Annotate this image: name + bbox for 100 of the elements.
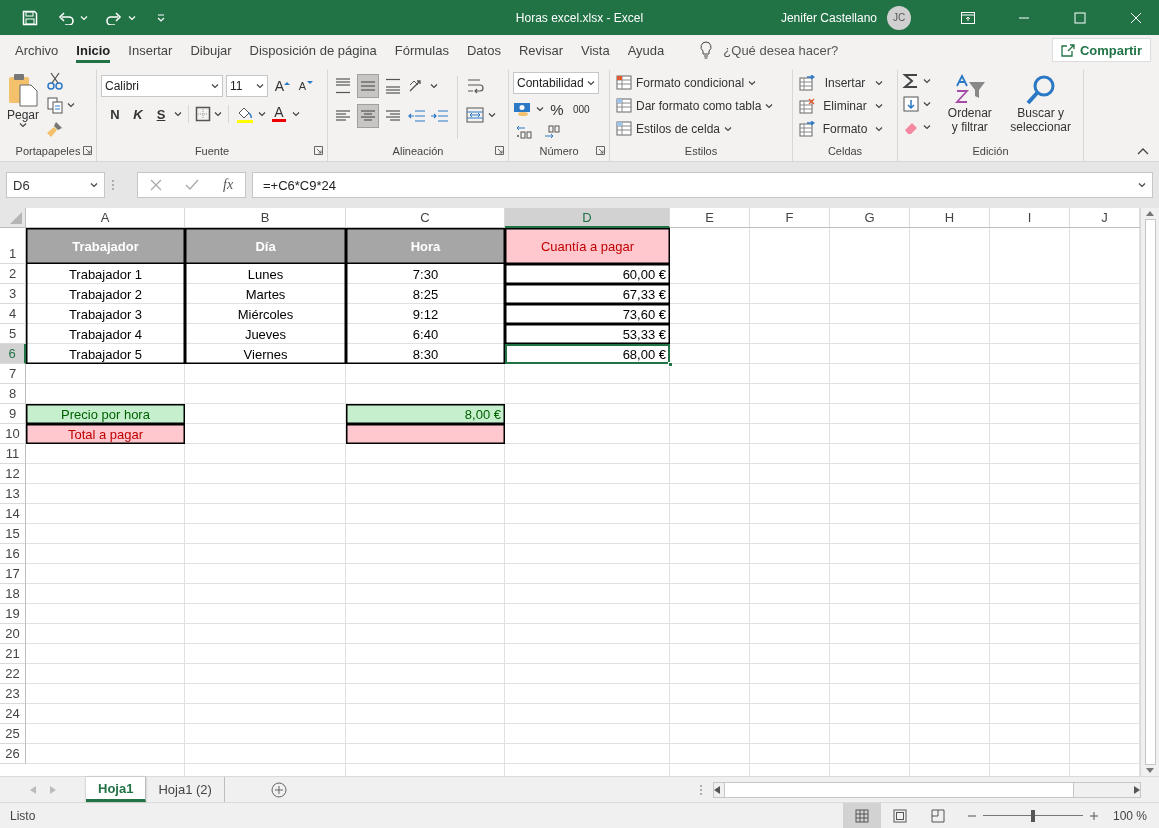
row-header[interactable]: 17: [0, 564, 26, 584]
percent-button[interactable]: %: [547, 98, 567, 120]
zoom-slider-thumb[interactable]: [1030, 809, 1035, 822]
menu-tab[interactable]: Insertar: [119, 35, 182, 65]
caret-icon[interactable]: [748, 80, 757, 86]
scissors-icon[interactable]: [46, 72, 65, 90]
name-box[interactable]: D6: [6, 172, 105, 198]
menu-tab[interactable]: Inicio: [67, 35, 120, 65]
copy-icon[interactable]: [46, 96, 65, 114]
user-avatar[interactable]: JC: [887, 5, 911, 30]
insert-function-button[interactable]: fx: [223, 177, 234, 193]
decrease-font-size-button[interactable]: A: [294, 75, 314, 97]
column-header[interactable]: J: [1070, 208, 1140, 228]
ribbon-display-icon[interactable]: [961, 11, 975, 24]
currency-icon[interactable]: [513, 101, 533, 117]
row-header[interactable]: 15: [0, 524, 26, 544]
caret-icon[interactable]: [587, 80, 595, 86]
sum-icon[interactable]: [902, 72, 920, 90]
caret-icon[interactable]: [19, 122, 27, 128]
row-header[interactable]: 1: [0, 228, 26, 264]
scroll-down-icon[interactable]: [1146, 768, 1154, 774]
share-button[interactable]: Compartir: [1051, 38, 1151, 62]
collapse-ribbon-icon[interactable]: [1137, 147, 1149, 155]
caret-icon[interactable]: [258, 111, 266, 117]
worksheet-grid[interactable]: [0, 208, 1140, 776]
font-color-button[interactable]: A: [269, 103, 289, 125]
menu-tab[interactable]: Disposición de página: [240, 35, 386, 65]
conditional-formatting-button[interactable]: Formato condicional: [614, 72, 788, 94]
caret-icon[interactable]: [923, 101, 931, 107]
increase-font-size-button[interactable]: A: [271, 75, 291, 97]
decrease-decimal-icon[interactable]: [543, 124, 561, 140]
wrap-text-icon[interactable]: [465, 76, 485, 96]
caret-icon[interactable]: [536, 106, 544, 112]
bold-button[interactable]: N: [105, 103, 125, 125]
menu-tab[interactable]: Datos: [457, 35, 510, 65]
caret-icon[interactable]: [67, 102, 76, 108]
column-header[interactable]: H: [910, 208, 990, 228]
caret-icon[interactable]: [923, 78, 931, 84]
italic-button[interactable]: K: [128, 103, 148, 125]
font-name-field[interactable]: Calibri: [101, 75, 223, 97]
row-header[interactable]: 14: [0, 504, 26, 524]
menu-tab[interactable]: Fórmulas: [385, 35, 458, 65]
row-header[interactable]: 23: [0, 684, 26, 704]
menu-tab[interactable]: Archivo: [6, 35, 68, 65]
row-header[interactable]: 12: [0, 464, 26, 484]
close-icon[interactable]: [1130, 11, 1142, 24]
row-header[interactable]: 10: [0, 424, 26, 444]
caret-icon[interactable]: [430, 83, 438, 89]
insert-cells-button[interactable]: Insertar: [797, 72, 893, 94]
customize-toolbar-icon[interactable]: [156, 12, 166, 23]
caret-icon[interactable]: [765, 103, 774, 109]
caret-icon[interactable]: [211, 83, 219, 89]
row-header[interactable]: 13: [0, 484, 26, 504]
underline-button[interactable]: S: [151, 103, 171, 125]
row-header[interactable]: 20: [0, 624, 26, 644]
caret-icon[interactable]: [174, 111, 182, 117]
caret-icon[interactable]: [90, 182, 98, 188]
row-header[interactable]: 6: [0, 344, 26, 364]
caret-icon[interactable]: [292, 111, 300, 117]
vertical-scrollbar[interactable]: [1140, 208, 1159, 776]
find-select-button[interactable]: Buscar y seleccionar: [1002, 72, 1079, 141]
scroll-left-icon[interactable]: [714, 785, 720, 794]
merge-center-icon[interactable]: [465, 106, 485, 124]
increase-decimal-icon[interactable]: [515, 124, 533, 140]
font-size-field[interactable]: 11: [226, 75, 268, 97]
redo-icon[interactable]: [106, 10, 122, 25]
column-header[interactable]: A: [26, 208, 185, 228]
undo-icon[interactable]: [58, 10, 74, 25]
thousands-separator-button[interactable]: 000: [570, 98, 593, 120]
menu-tab[interactable]: Ayuda: [618, 35, 674, 65]
horizontal-scrollbar[interactable]: [713, 781, 1141, 798]
row-header[interactable]: 22: [0, 664, 26, 684]
row-header[interactable]: 3: [0, 284, 26, 304]
row-header[interactable]: 19: [0, 604, 26, 624]
format-cells-button[interactable]: Formato: [797, 118, 893, 140]
row-header[interactable]: 7: [0, 364, 26, 384]
normal-view-button[interactable]: [842, 803, 881, 828]
add-sheet-icon[interactable]: [270, 781, 287, 798]
save-icon[interactable]: [22, 9, 38, 26]
menu-tab[interactable]: Dibujar: [181, 35, 241, 65]
fill-handle[interactable]: [668, 362, 673, 367]
caret-icon[interactable]: [875, 80, 883, 86]
delete-cells-button[interactable]: Eliminar: [797, 95, 893, 117]
menu-tab[interactable]: Vista: [572, 35, 619, 65]
fill-down-icon[interactable]: [902, 95, 920, 113]
column-header[interactable]: B: [185, 208, 346, 228]
caret-icon[interactable]: [875, 103, 883, 109]
column-header[interactable]: I: [990, 208, 1070, 228]
dialog-launcher-icon[interactable]: [596, 146, 605, 155]
cell-styles-button[interactable]: Estilos de celda: [614, 118, 788, 140]
dialog-launcher-icon[interactable]: [314, 146, 323, 155]
row-header[interactable]: 26: [0, 744, 26, 764]
maximize-icon[interactable]: [1074, 11, 1086, 24]
paintbrush-icon[interactable]: [46, 120, 65, 138]
caret-icon[interactable]: [724, 126, 733, 132]
caret-icon[interactable]: [875, 126, 883, 132]
row-header[interactable]: 2: [0, 264, 26, 284]
zoom-level[interactable]: 100 %: [1112, 808, 1147, 823]
row-header[interactable]: 16: [0, 544, 26, 564]
column-header[interactable]: D: [505, 208, 670, 228]
